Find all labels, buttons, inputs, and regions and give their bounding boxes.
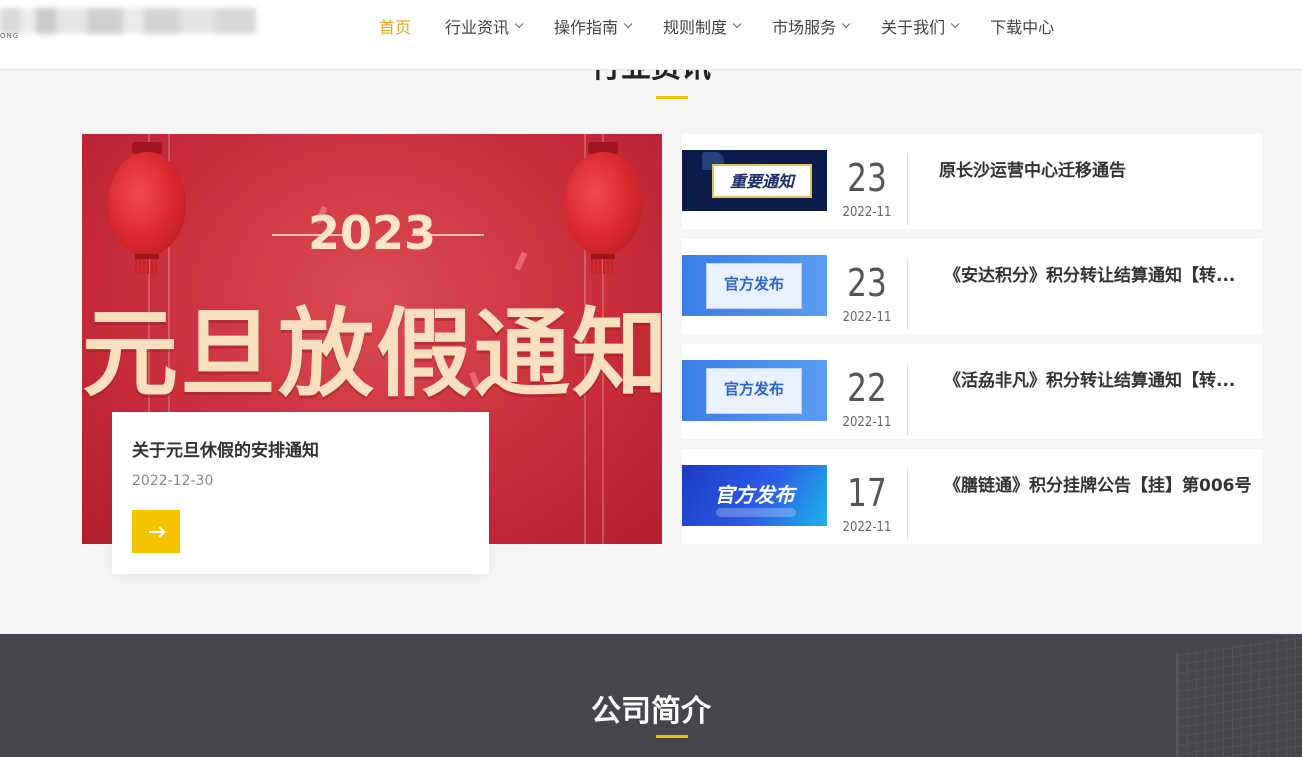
nav-item-market-services[interactable]: 市场服务 [755,14,864,38]
news-thumbnail: 重要通知 [682,150,827,211]
banner-headline: 元旦放假通知 [82,298,662,410]
main-nav: 首页 行业资讯 操作指南 规则制度 市场服务 关于我们 下载中心 [362,0,1071,52]
read-more-button[interactable] [132,510,180,553]
divider [907,259,908,330]
nav-item-about[interactable]: 关于我们 [864,14,973,38]
divider [907,154,908,225]
chevron-down-icon [841,19,851,29]
news-year-month: 2022-11 [842,205,892,220]
company-section-title: 公司简介 [591,694,711,729]
news-list-item[interactable]: 官方发布 23 2022-11 《安达积分》积分转让结算通知【转... [682,239,1262,334]
company-title-underline [656,735,688,738]
nav-item-home[interactable]: 首页 [362,14,428,38]
nav-label: 下载中心 [990,18,1055,37]
blurred-logo-image [0,8,256,34]
company-intro-section: 公司简介 [0,634,1302,757]
nav-item-industry-news[interactable]: 行业资讯 [428,14,537,38]
thumbnail-text: 重要通知 [729,172,794,191]
chevron-down-icon [623,19,633,29]
site-logo[interactable]: ONG [0,4,256,40]
chevron-down-icon [514,19,524,29]
chevron-down-icon [732,19,742,29]
divider [907,364,908,435]
news-list-item[interactable]: 重要通知 23 2022-11 原长沙运营中心迁移通告 [682,134,1262,229]
news-day: 23 [847,261,887,305]
banner-year: 2023 [307,206,437,260]
site-header: ONG 首页 行业资讯 操作指南 规则制度 市场服务 关于我们 下载中心 [0,0,1302,70]
thumbnail-text: 官方发布 [723,380,784,398]
news-list-item[interactable]: 官方发布 22 2022-11 《活劦非凡》积分转让结算通知【转... [682,344,1262,439]
nav-item-downloads[interactable]: 下载中心 [973,14,1071,38]
news-title-underline [656,96,688,99]
news-title[interactable]: 原长沙运营中心迁移通告 [939,156,1259,181]
nav-label: 操作指南 [554,18,619,37]
nav-label: 首页 [379,18,412,37]
news-year-month: 2022-11 [842,310,892,325]
news-title[interactable]: 《膳链通》积分挂牌公告【挂】第006号 [944,471,1264,496]
news-year-month: 2022-11 [842,520,892,535]
featured-article-title[interactable]: 关于元旦休假的安排通知 [132,436,319,461]
news-title[interactable]: 《安达积分》积分转让结算通知【转... [944,261,1264,286]
nav-label: 关于我们 [881,18,946,37]
nav-label: 规则制度 [663,18,728,37]
chevron-down-icon [950,19,960,29]
arrow-right-icon [149,530,163,533]
featured-article-card: 关于元旦休假的安排通知 2022-12-30 [112,412,489,574]
nav-label: 市场服务 [772,18,837,37]
news-thumbnail: 官方发布 [682,255,827,316]
news-day: 22 [847,366,887,410]
nav-item-rules[interactable]: 规则制度 [646,14,755,38]
divider [907,469,908,540]
featured-article-date: 2022-12-30 [132,473,214,489]
news-thumbnail: 官方发布 [682,465,827,526]
news-day: 23 [847,156,887,200]
news-title[interactable]: 《活劦非凡》积分转让结算通知【转... [944,366,1264,391]
thumbnail-text: 官方发布 [714,483,795,507]
thumbnail-text: 官方发布 [723,275,784,293]
nav-item-guide[interactable]: 操作指南 [537,14,646,38]
news-day: 17 [847,471,887,515]
logo-subtext: ONG [0,32,20,40]
news-list-item[interactable]: 官方发布 17 2022-11 《膳链通》积分挂牌公告【挂】第006号 [682,449,1262,544]
news-year-month: 2022-11 [842,415,892,430]
nav-label: 行业资讯 [445,18,510,37]
news-thumbnail: 官方发布 [682,360,827,421]
